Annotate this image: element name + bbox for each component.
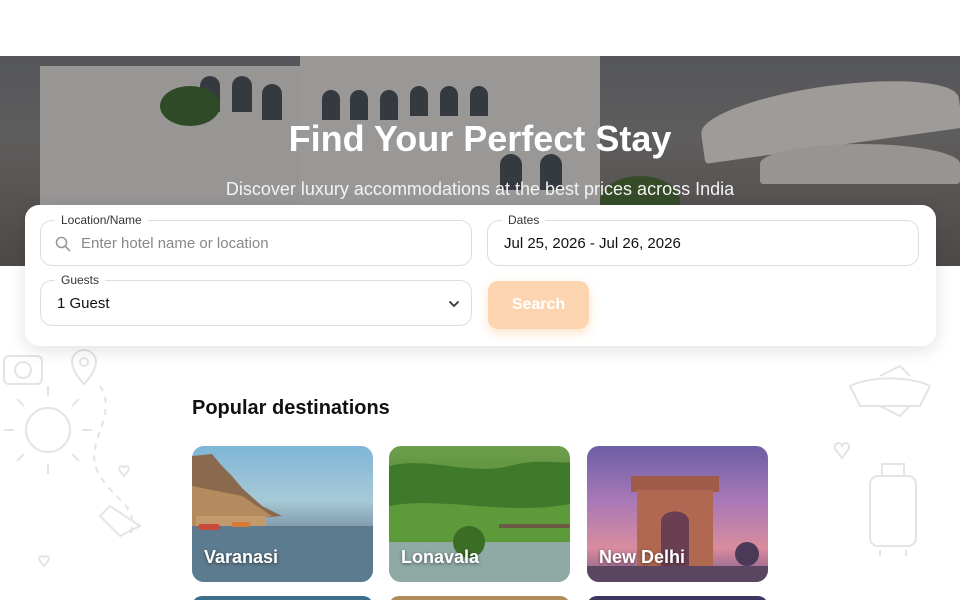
destination-name: Varanasi	[204, 547, 279, 567]
destination-card-lonavala[interactable]: Lonavala	[389, 446, 570, 582]
top-navbar	[0, 0, 960, 56]
dates-value[interactable]: Jul 25, 2026 - Jul 26, 2026	[504, 235, 681, 252]
destination-card-peek[interactable]	[192, 596, 373, 600]
search-button[interactable]: Search	[488, 281, 589, 329]
dates-field[interactable]: Dates Jul 25, 2026 - Jul 26, 2026	[487, 213, 919, 266]
heart-doodle-icon	[833, 442, 851, 460]
location-input[interactable]: Enter hotel name or location	[81, 235, 269, 252]
destination-name: Lonavala	[401, 547, 480, 567]
chevron-down-icon[interactable]	[447, 297, 461, 311]
sun-doodle-icon	[25, 407, 71, 453]
destination-card-peek[interactable]	[587, 596, 768, 600]
camera-doodle-icon	[3, 355, 43, 385]
destination-name: New Delhi	[599, 547, 686, 567]
location-field[interactable]: Location/Name Enter hotel name or locati…	[40, 213, 472, 266]
dates-label: Dates	[502, 213, 546, 227]
destination-card-new-delhi[interactable]: New Delhi	[587, 446, 768, 582]
hero-title: Find Your Perfect Stay	[288, 118, 672, 159]
search-panel: Location/Name Enter hotel name or locati…	[25, 205, 936, 346]
guests-value[interactable]: 1 Guest	[57, 295, 110, 312]
guests-select[interactable]: Guests 1 Guest	[40, 273, 472, 326]
suitcase-doodle-icon	[869, 475, 917, 547]
guests-label: Guests	[55, 273, 106, 287]
search-icon	[55, 236, 71, 252]
airplane-doodle-icon	[848, 377, 932, 407]
paper-plane-doodle-icon	[98, 504, 142, 538]
popular-destinations-title: Popular destinations	[192, 397, 390, 419]
destination-card-peek[interactable]	[389, 596, 570, 600]
destination-card-varanasi[interactable]: Varanasi	[192, 446, 373, 582]
location-label: Location/Name	[55, 213, 148, 227]
hero-subtitle: Discover luxury accommodations at the be…	[225, 179, 735, 199]
